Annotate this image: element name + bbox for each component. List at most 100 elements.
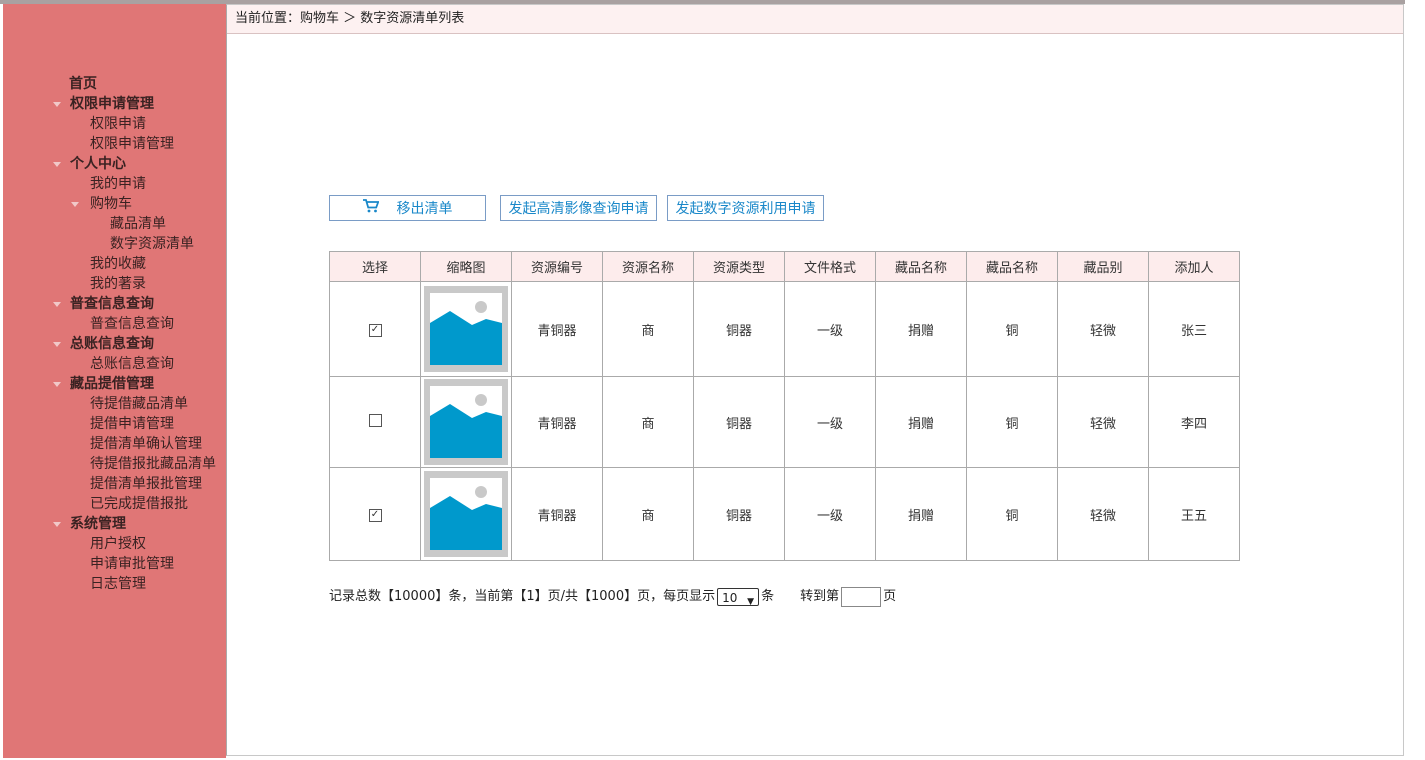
- expand-triangle-icon: [53, 521, 61, 527]
- sidebar-group-census[interactable]: 普查信息查询: [53, 294, 154, 314]
- sidebar-item-log-manage[interactable]: 日志管理: [90, 574, 146, 594]
- sidebar-item-collection-list[interactable]: 藏品清单: [110, 214, 166, 234]
- sidebar-item-borrow-apply[interactable]: 提借申请管理: [90, 414, 174, 434]
- sidebar-item-apply-approval[interactable]: 申请审批管理: [90, 554, 174, 574]
- column-header: 缩略图: [420, 251, 512, 282]
- table-cell: 捐赠: [875, 376, 967, 468]
- row-checkbox[interactable]: ✓: [368, 509, 382, 522]
- row-checkbox[interactable]: ✓: [368, 324, 382, 337]
- thumbnail-cell: [420, 281, 512, 377]
- thumbnail-image[interactable]: [424, 286, 508, 372]
- column-header: 选择: [329, 251, 421, 282]
- table-row: 青铜器商铜器 一级 捐赠铜轻微 李四: [329, 376, 1240, 468]
- table-cell: 铜器: [693, 376, 785, 468]
- thumbnail-image[interactable]: [424, 379, 508, 465]
- expand-triangle-icon: [53, 381, 61, 387]
- select-cell: [329, 376, 421, 468]
- select-cell: ✓: [329, 467, 421, 561]
- sidebar-item-borrow-confirm[interactable]: 提借清单确认管理: [90, 434, 202, 454]
- table-cell: 一级: [784, 467, 876, 561]
- remove-label: 移出清单: [396, 201, 453, 217]
- sidebar-group-permission[interactable]: 权限申请管理: [53, 94, 154, 114]
- sidebar-item-ledger-query[interactable]: 总账信息查询: [90, 354, 174, 374]
- breadcrumb: 当前位置：购物车 ＞ 数字资源清单列表: [227, 5, 1403, 34]
- sidebar-group-system[interactable]: 系统管理: [53, 514, 126, 534]
- page-size-unit: 条: [761, 589, 775, 604]
- remove-from-list-button[interactable]: 移出清单: [329, 195, 486, 221]
- table-header-row: 选择 缩略图 资源编号 资源名称 资源类型 文件格式 藏品名称 藏品名称 藏品别…: [329, 251, 1240, 282]
- sidebar-item-borrow-approval[interactable]: 提借清单报批管理: [90, 474, 202, 494]
- table-cell: 一级: [784, 281, 876, 377]
- expand-triangle-icon: [53, 341, 61, 347]
- column-header: 藏品名称: [966, 251, 1058, 282]
- table-cell: 一级: [784, 376, 876, 468]
- expand-triangle-icon: [71, 201, 79, 207]
- sidebar-group-borrow[interactable]: 藏品提借管理: [53, 374, 154, 394]
- sidebar-item-pending-borrow[interactable]: 待提借藏品清单: [90, 394, 188, 414]
- table-cell: 青铜器: [511, 376, 603, 468]
- column-header: 添加人: [1148, 251, 1240, 282]
- table-cell: 轻微: [1057, 467, 1149, 561]
- table-cell: 商: [602, 376, 694, 468]
- table-cell: 李四: [1148, 376, 1240, 468]
- table-cell: 捐赠: [875, 281, 967, 377]
- hd-image-query-button[interactable]: 发起高清影像查询申请: [500, 195, 657, 221]
- pagination: 记录总数【10000】条，当前第【1】页/共【1000】页，每页显示 10 ▼ 条 转到…: [329, 585, 896, 609]
- table-cell: 张三: [1148, 281, 1240, 377]
- table-cell: 商: [602, 281, 694, 377]
- row-checkbox[interactable]: [368, 413, 382, 427]
- column-header: 文件格式: [784, 251, 876, 282]
- column-header: 资源名称: [602, 251, 694, 282]
- table-cell: 铜: [966, 376, 1058, 468]
- goto-label: 转到第: [800, 589, 840, 604]
- digital-resource-use-button[interactable]: 发起数字资源利用申请: [667, 195, 824, 221]
- resource-table: 选择 缩略图 资源编号 资源名称 资源类型 文件格式 藏品名称 藏品名称 藏品别…: [329, 251, 1240, 561]
- expand-triangle-icon: [53, 161, 61, 167]
- table-cell: 轻微: [1057, 281, 1149, 377]
- page-unit: 页: [883, 589, 897, 604]
- column-header: 藏品别: [1057, 251, 1149, 282]
- goto-page-input[interactable]: [841, 586, 882, 607]
- expand-triangle-icon: [53, 101, 61, 107]
- column-header: 资源编号: [511, 251, 603, 282]
- column-header: 资源类型: [693, 251, 785, 282]
- sidebar-item-home[interactable]: 首页: [69, 74, 97, 94]
- table-row: ✓ 青铜器商铜器 一级 捐赠铜轻微 王五: [329, 467, 1240, 561]
- table-cell: 商: [602, 467, 694, 561]
- sidebar-item-user-auth[interactable]: 用户授权: [90, 534, 146, 554]
- sidebar-item-permission-manage[interactable]: 权限申请管理: [90, 134, 174, 154]
- sidebar-item-pending-approval[interactable]: 待提借报批藏品清单: [90, 454, 216, 474]
- pagination-summary: 记录总数【10000】条，当前第【1】页/共【1000】页，每页显示: [329, 589, 716, 604]
- sidebar-item-my-apply[interactable]: 我的申请: [90, 174, 146, 194]
- sidebar: 首页 权限申请管理 权限申请 权限申请管理 个人中心 我的申请 购物车 藏品清单…: [3, 4, 226, 758]
- sidebar-item-digital-resource-list[interactable]: 数字资源清单: [110, 234, 194, 254]
- table-cell: 轻微: [1057, 376, 1149, 468]
- sidebar-item-permission-apply[interactable]: 权限申请: [90, 114, 146, 134]
- table-cell: 铜器: [693, 467, 785, 561]
- page-size-select[interactable]: 10 ▼: [717, 587, 760, 607]
- table-cell: 铜器: [693, 281, 785, 377]
- thumbnail-cell: [420, 467, 512, 561]
- sidebar-group-personal[interactable]: 个人中心: [53, 154, 126, 174]
- thumbnail-image[interactable]: [424, 471, 508, 557]
- sidebar-group-ledger[interactable]: 总账信息查询: [53, 334, 154, 354]
- main-content: 当前位置：购物车 ＞ 数字资源清单列表 移出清单 发起高清影像查询申请 发起数字…: [226, 4, 1404, 756]
- table-cell: 青铜器: [511, 281, 603, 377]
- select-cell: ✓: [329, 281, 421, 377]
- table-cell: 捐赠: [875, 467, 967, 561]
- thumbnail-cell: [420, 376, 512, 468]
- table-cell: 铜: [966, 467, 1058, 561]
- table-row: ✓ 青铜器商铜器 一级 捐赠铜轻微 张三: [329, 281, 1240, 377]
- cart-icon: [362, 196, 379, 222]
- table-cell: 王五: [1148, 467, 1240, 561]
- table-cell: 青铜器: [511, 467, 603, 561]
- table-cell: 铜: [966, 281, 1058, 377]
- column-header: 藏品名称: [875, 251, 967, 282]
- sidebar-item-my-records[interactable]: 我的著录: [90, 274, 146, 294]
- sidebar-item-my-favorites[interactable]: 我的收藏: [90, 254, 146, 274]
- sidebar-item-completed-approval[interactable]: 已完成提借报批: [90, 494, 188, 514]
- expand-triangle-icon: [53, 301, 61, 307]
- chevron-down-icon: ▼: [747, 596, 755, 607]
- sidebar-item-census-query[interactable]: 普查信息查询: [90, 314, 174, 334]
- sidebar-group-cart[interactable]: 购物车: [71, 194, 132, 214]
